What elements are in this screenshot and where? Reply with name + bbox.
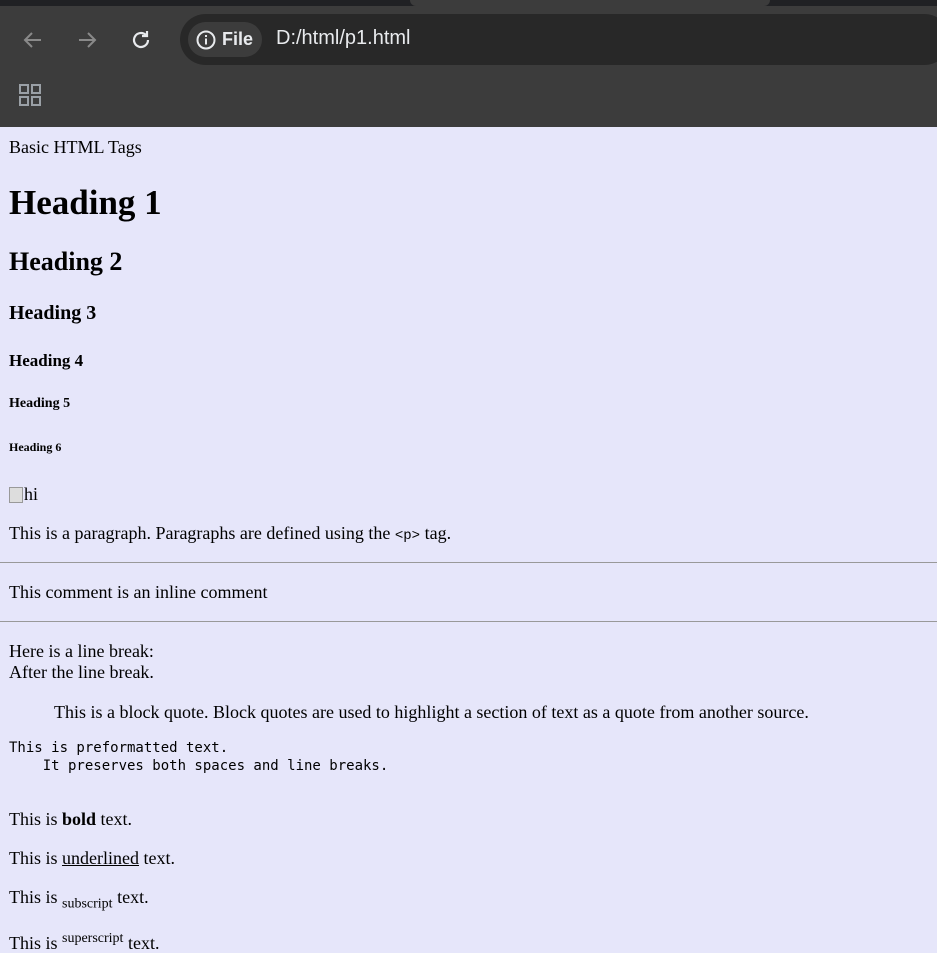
- comment-paragraph: This comment is an inline comment: [9, 582, 268, 602]
- image-alt-text: hi: [24, 484, 39, 504]
- bold-word: bold: [62, 809, 97, 829]
- reload-button[interactable]: [128, 27, 154, 53]
- bold-suffix: text.: [96, 809, 133, 829]
- line-break-text-2: After the line break.: [9, 662, 154, 682]
- page-content: Basic HTML Tags Heading 1 Heading 2 Head…: [0, 127, 937, 953]
- apps-button[interactable]: [18, 83, 42, 112]
- underline-prefix: This is: [9, 848, 63, 868]
- underlined-word: underlined: [62, 848, 139, 868]
- apps-grid-icon: [19, 84, 41, 106]
- superscript-suffix: text.: [123, 933, 160, 953]
- underline-suffix: text.: [139, 848, 176, 868]
- paragraph-code: <p>: [394, 528, 421, 544]
- paragraph: This is a paragraph. Paragraphs are defi…: [9, 523, 451, 544]
- browser-toolbar: File D:/html/p1.html: [0, 0, 937, 127]
- paragraph-text: This is a paragraph. Paragraphs are defi…: [9, 523, 395, 543]
- heading-3: Heading 3: [9, 302, 97, 324]
- line-break-text-1: Here is a line break:: [9, 641, 154, 661]
- heading-1: Heading 1: [9, 183, 162, 222]
- broken-image: hi: [9, 484, 38, 505]
- superscript-paragraph: This is superscript text.: [9, 931, 159, 953]
- blockquote: This is a block quote. Block quotes are …: [54, 702, 809, 722]
- url-text[interactable]: D:/html/p1.html: [276, 27, 410, 50]
- broken-image-icon: [9, 486, 23, 503]
- superscript-prefix: This is: [9, 933, 63, 953]
- active-tab[interactable]: [410, 0, 770, 6]
- reload-icon: [132, 31, 150, 49]
- back-button[interactable]: [20, 27, 46, 53]
- chip-label: File: [222, 29, 254, 49]
- bold-prefix: This is: [9, 809, 63, 829]
- preformatted-text: This is preformatted text. It preserves …: [9, 740, 389, 774]
- paragraph-text-end: tag.: [420, 523, 452, 543]
- heading-2: Heading 2: [9, 247, 123, 276]
- info-icon: [196, 30, 216, 49]
- address-bar[interactable]: File D:/html/p1.html: [180, 14, 937, 65]
- heading-4: Heading 4: [9, 351, 84, 370]
- subscript-word: subscript: [62, 896, 113, 912]
- bold-paragraph: This is bold text.: [9, 809, 132, 830]
- subscript-suffix: text.: [112, 887, 149, 907]
- horizontal-rule: [0, 562, 937, 563]
- heading-5: Heading 5: [9, 396, 71, 411]
- horizontal-rule: [0, 621, 937, 622]
- site-info-chip[interactable]: File: [188, 22, 262, 57]
- back-arrow-icon: [23, 32, 41, 48]
- underline-paragraph: This is underlined text.: [9, 848, 175, 869]
- tab-strip: [0, 0, 937, 6]
- forward-arrow-icon: [79, 32, 97, 48]
- superscript-word: superscript: [62, 931, 124, 946]
- page-text-title: Basic HTML Tags: [9, 137, 142, 157]
- forward-button[interactable]: [74, 27, 100, 53]
- subscript-prefix: This is: [9, 887, 63, 907]
- heading-6: Heading 6: [9, 440, 62, 454]
- subscript-paragraph: This is subscript text.: [9, 887, 149, 913]
